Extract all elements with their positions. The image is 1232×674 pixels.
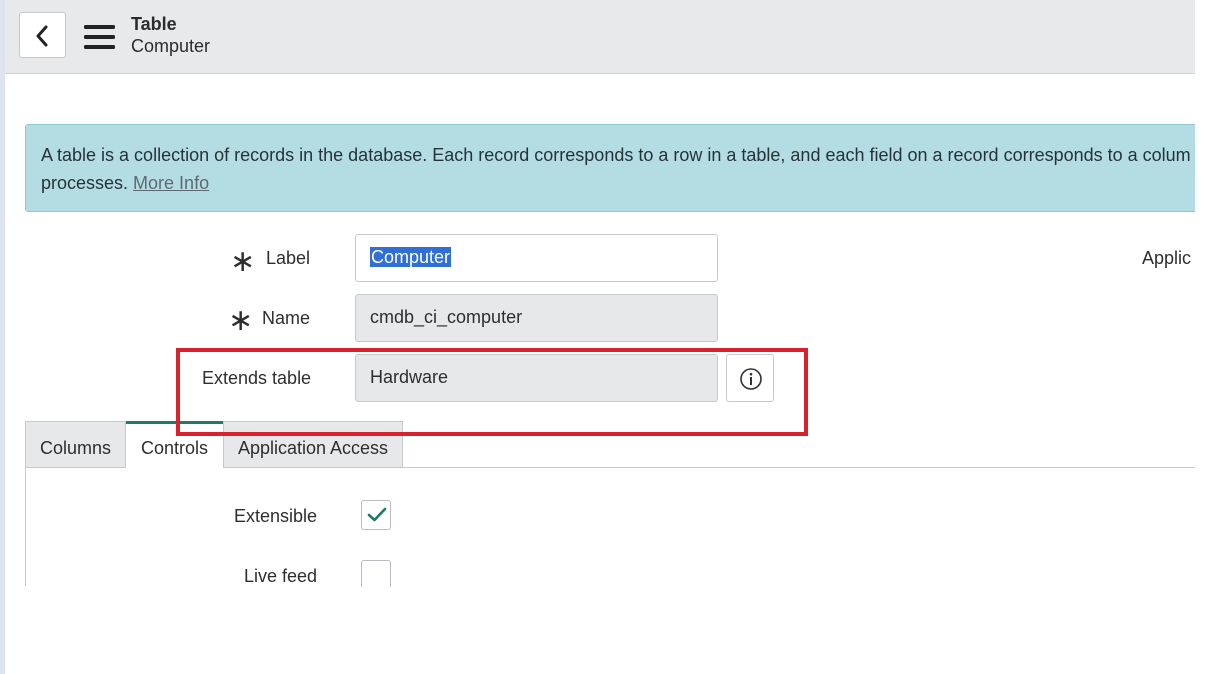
tab-columns[interactable]: Columns (25, 421, 126, 468)
banner-text-line2: processes. (41, 173, 134, 193)
more-info-link[interactable]: More Info (133, 173, 209, 193)
label-field-label: Label (266, 248, 311, 268)
chevron-left-icon (36, 25, 48, 47)
tab-panel-border (25, 468, 26, 586)
highlight-annotation-box (176, 348, 808, 436)
page-subtitle: Computer (131, 36, 211, 56)
left-edge-strip (0, 0, 5, 674)
name-field-label: Name (262, 308, 311, 328)
banner-text: A table is a collection of records in th… (41, 145, 1191, 165)
name-input: cmdb_ci_computer (355, 294, 718, 342)
bottom-blank-area (5, 587, 1232, 674)
extensible-checkbox[interactable] (361, 500, 391, 530)
checkmark-icon (367, 507, 387, 522)
required-icon: ∗ (230, 245, 256, 278)
label-input[interactable]: Computer (355, 234, 718, 282)
live-feed-checkbox[interactable] (361, 560, 391, 590)
name-input-value: cmdb_ci_computer (370, 307, 523, 327)
label-input-value: Computer (370, 247, 452, 267)
right-blank-area (1195, 0, 1232, 674)
page-title: Table (131, 14, 177, 34)
required-icon: ∗ (228, 304, 254, 337)
hamburger-icon[interactable] (84, 25, 116, 51)
info-banner: A table is a collection of records in th… (25, 124, 1210, 212)
back-button[interactable] (19, 12, 66, 58)
application-label: Applic (1142, 248, 1192, 268)
live-feed-label: Live feed (244, 566, 318, 586)
page-header: Table Computer (5, 0, 1195, 74)
extensible-label: Extensible (234, 506, 318, 526)
